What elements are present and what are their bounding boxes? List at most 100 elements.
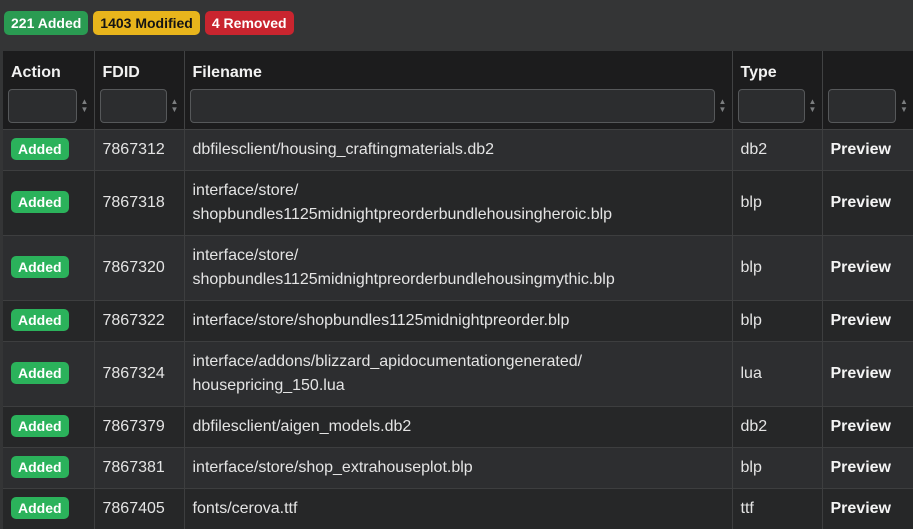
type-cell: blp (732, 447, 823, 489)
preview-cell: Preview (822, 341, 913, 407)
removed-count-badge: 4 Removed (204, 11, 294, 35)
preview-cell: Preview (822, 129, 913, 171)
filename-text: fonts/cerova.ttf (192, 500, 298, 517)
fdid-cell: 7867324 (94, 341, 185, 407)
column-header-action[interactable]: Action ▲ ▼ (3, 51, 95, 130)
preview-link[interactable]: Preview (831, 312, 891, 329)
column-label-filename: Filename (192, 64, 262, 81)
preview-link[interactable]: Preview (831, 194, 891, 211)
table-body: Added 7867312 dbfilesclient/housing_craf… (3, 129, 913, 529)
table-row: Added 7867320 interface/store/shopbundle… (3, 235, 913, 301)
added-badge: Added (11, 497, 69, 519)
table-row: Added 7867381 interface/store/shop_extra… (3, 447, 913, 489)
table-row: Added 7867318 interface/store/shopbundle… (3, 170, 913, 236)
added-badge: Added (11, 256, 69, 278)
preview-cell: Preview (822, 406, 913, 448)
type-cell: blp (732, 235, 823, 301)
table-row: Added 7867324 interface/addons/blizzard_… (3, 341, 913, 407)
preview-cell: Preview (822, 170, 913, 236)
added-badge: Added (11, 138, 69, 160)
preview-cell: Preview (822, 488, 913, 529)
filter-action: ▲ ▼ (8, 89, 89, 123)
filename-text: interface/addons/blizzard_apidocumentati… (192, 353, 583, 394)
filter-fdid: ▲ ▼ (99, 89, 179, 123)
column-label-action: Action (11, 64, 61, 81)
sort-arrows-icon[interactable]: ▲ ▼ (81, 98, 89, 114)
filename-cell: dbfilesclient/housing_craftingmaterials.… (184, 129, 733, 171)
filename-cell: interface/store/shopbundles1125midnightp… (184, 235, 733, 301)
added-badge: Added (11, 309, 69, 331)
added-count-badge: 221 Added (4, 11, 89, 35)
type-cell: blp (732, 300, 823, 342)
action-cell: Added (3, 170, 95, 236)
action-cell: Added (3, 235, 95, 301)
table-header: Action ▲ ▼ FDID ▲ ▼ Filename ▲ ▼ Type ▲ … (3, 51, 913, 130)
column-label-preview (823, 51, 913, 86)
type-cell: ttf (732, 488, 823, 529)
preview-cell: Preview (822, 300, 913, 342)
sort-arrows-icon[interactable]: ▲ ▼ (171, 98, 179, 114)
filename-text: interface/store/shopbundles1125midnightp… (192, 247, 615, 288)
table-row: Added 7867405 fonts/cerova.ttf ttf Previ… (3, 488, 913, 529)
filename-text: dbfilesclient/housing_craftingmaterials.… (192, 141, 495, 158)
preview-link[interactable]: Preview (831, 141, 891, 158)
preview-link[interactable]: Preview (831, 259, 891, 276)
fdid-cell: 7867379 (94, 406, 185, 448)
column-label-fdid: FDID (102, 64, 140, 81)
diff-table-container[interactable]: Action ▲ ▼ FDID ▲ ▼ Filename ▲ ▼ Type ▲ … (3, 51, 913, 529)
preview-link[interactable]: Preview (831, 459, 891, 476)
diff-table: Action ▲ ▼ FDID ▲ ▼ Filename ▲ ▼ Type ▲ … (3, 51, 913, 529)
filename-text: interface/store/shop_extrahouseplot.blp (192, 459, 473, 476)
action-cell: Added (3, 129, 95, 171)
filename-text: dbfilesclient/aigen_models.db2 (192, 418, 412, 435)
filter-fdid-input[interactable] (99, 89, 167, 123)
type-cell: db2 (732, 406, 823, 448)
filename-cell: interface/store/shopbundles1125midnightp… (184, 170, 733, 236)
column-header-filename[interactable]: Filename ▲ ▼ (184, 51, 733, 130)
sort-arrows-icon[interactable]: ▲ ▼ (809, 98, 817, 114)
added-badge: Added (11, 191, 69, 213)
action-cell: Added (3, 341, 95, 407)
filename-text: interface/store/shopbundles1125midnightp… (192, 182, 613, 223)
preview-cell: Preview (822, 235, 913, 301)
type-cell: blp (732, 170, 823, 236)
fdid-cell: 7867322 (94, 300, 185, 342)
action-cell: Added (3, 406, 95, 448)
filter-preview-input[interactable] (827, 89, 896, 123)
filter-type-input[interactable] (737, 89, 805, 123)
filter-filename-input[interactable] (189, 89, 715, 123)
preview-link[interactable]: Preview (831, 418, 891, 435)
filename-cell: interface/store/shopbundles1125midnightp… (184, 300, 733, 342)
filename-cell: interface/addons/blizzard_apidocumentati… (184, 341, 733, 407)
summary-badges: 221 Added 1403 Modified 4 Removed (4, 11, 294, 35)
added-badge: Added (11, 415, 69, 437)
filter-type: ▲ ▼ (737, 89, 817, 123)
column-header-preview[interactable]: ▲ ▼ (822, 51, 913, 130)
modified-count-badge: 1403 Modified (93, 11, 200, 35)
sort-arrows-icon[interactable]: ▲ ▼ (719, 98, 727, 114)
action-cell: Added (3, 447, 95, 489)
filename-text: interface/store/shopbundles1125midnightp… (192, 312, 570, 329)
action-cell: Added (3, 300, 95, 342)
fdid-cell: 7867318 (94, 170, 185, 236)
fdid-cell: 7867320 (94, 235, 185, 301)
filename-cell: dbfilesclient/aigen_models.db2 (184, 406, 733, 448)
table-row: Added 7867312 dbfilesclient/housing_craf… (3, 129, 913, 171)
preview-cell: Preview (822, 447, 913, 489)
column-header-type[interactable]: Type ▲ ▼ (732, 51, 823, 130)
filter-filename: ▲ ▼ (189, 89, 727, 123)
preview-link[interactable]: Preview (831, 365, 891, 382)
type-cell: lua (732, 341, 823, 407)
filename-cell: interface/store/shop_extrahouseplot.blp (184, 447, 733, 489)
action-cell: Added (3, 488, 95, 529)
filter-action-input[interactable] (8, 89, 77, 123)
fdid-cell: 7867381 (94, 447, 185, 489)
filter-preview: ▲ ▼ (827, 89, 909, 123)
filename-cell: fonts/cerova.ttf (184, 488, 733, 529)
table-row: Added 7867379 dbfilesclient/aigen_models… (3, 406, 913, 448)
preview-link[interactable]: Preview (831, 500, 891, 517)
sort-arrows-icon[interactable]: ▲ ▼ (900, 98, 908, 114)
column-header-fdid[interactable]: FDID ▲ ▼ (94, 51, 185, 130)
added-badge: Added (11, 456, 69, 478)
fdid-cell: 7867405 (94, 488, 185, 529)
